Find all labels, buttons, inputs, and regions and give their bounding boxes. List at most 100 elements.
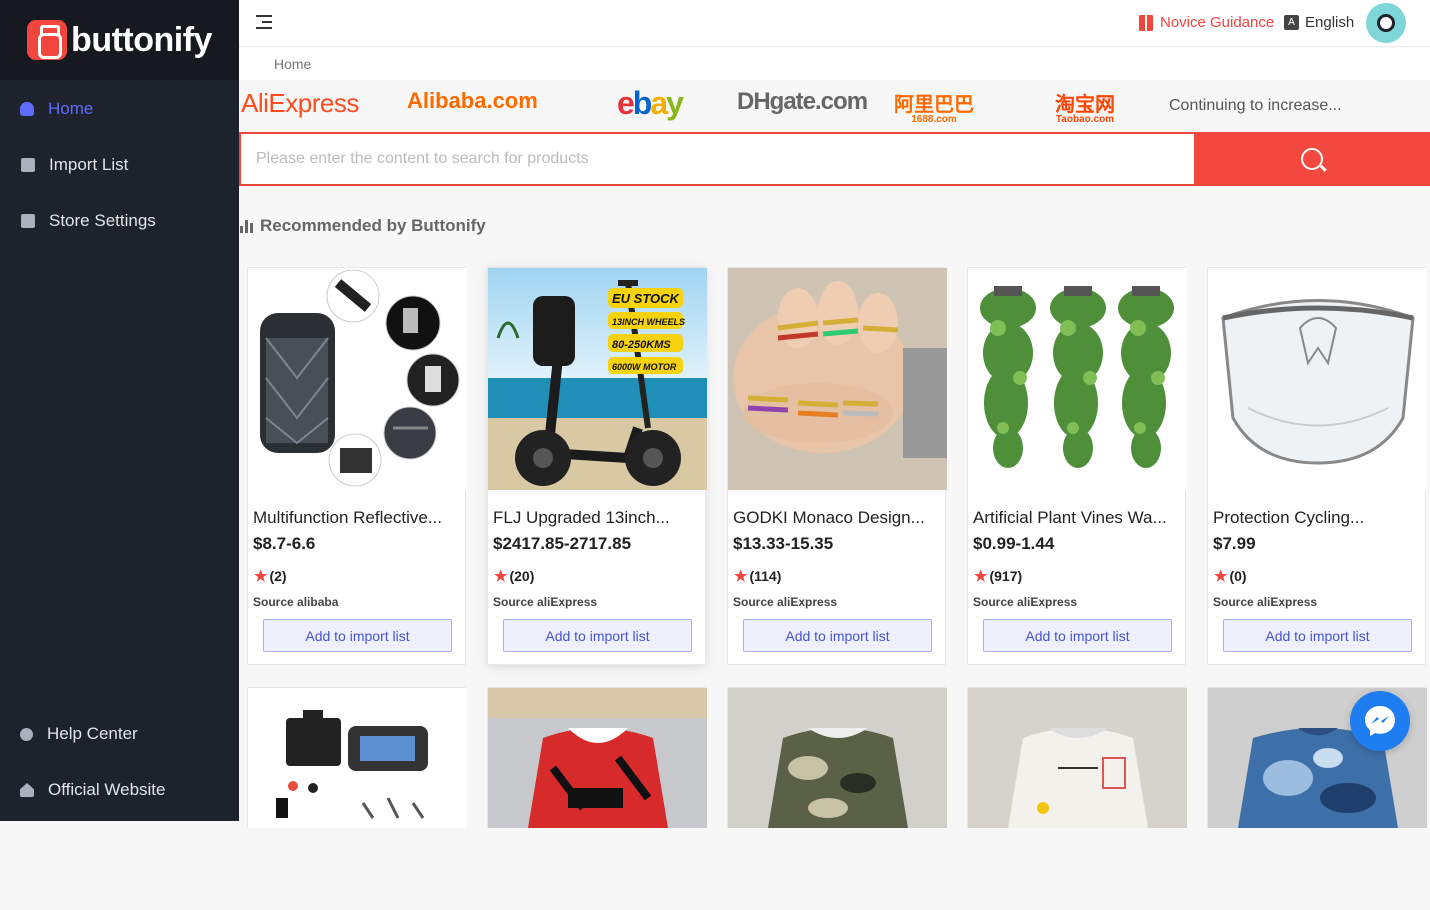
novice-guidance-link[interactable]: Novice Guidance: [1139, 14, 1274, 31]
product-search: [239, 132, 1430, 186]
product-title[interactable]: Multifunction Reflective...: [253, 508, 463, 528]
svg-text:6000W MOTOR: 6000W MOTOR: [612, 362, 677, 372]
product-image[interactable]: [968, 268, 1187, 490]
product-rating: ★ (114): [734, 568, 782, 585]
clipboard-icon: [21, 158, 35, 172]
home-icon: [20, 783, 34, 797]
alibaba-logo[interactable]: Alibaba.com: [407, 88, 538, 114]
novice-guidance-label: Novice Guidance: [1160, 14, 1275, 31]
product-price: $13.33-15.35: [733, 534, 834, 553]
product-rating: ★ (0): [1214, 568, 1247, 585]
star-icon: ★: [734, 568, 748, 585]
brand-name: buttonify: [71, 20, 212, 59]
info-icon: [20, 727, 33, 741]
product-price: $7.99: [1213, 534, 1256, 553]
section-title-label: Recommended by Buttonify: [260, 216, 486, 235]
star-icon: ★: [974, 568, 988, 585]
store-icon: [21, 214, 35, 228]
product-source: Source aliExpress: [733, 595, 838, 609]
add-to-import-list-button[interactable]: Add to import list: [503, 619, 692, 652]
sidebar-item-label: Help Center: [47, 724, 138, 743]
product-image[interactable]: [728, 268, 947, 490]
product-source: Source alibaba: [253, 595, 339, 609]
product-price: $8.7-6.6: [253, 534, 316, 553]
section-title: Recommended by Buttonify: [240, 216, 486, 236]
product-image[interactable]: [248, 268, 467, 490]
menu-toggle-icon[interactable]: [256, 15, 272, 29]
product-card[interactable]: [727, 687, 947, 828]
product-card[interactable]: [487, 687, 707, 828]
search-icon: [1301, 148, 1323, 170]
product-price: $2417.85-2717.85: [493, 534, 632, 553]
sidebar-item-official-website[interactable]: Official Website: [0, 770, 239, 810]
product-rating: ★ (2): [254, 568, 287, 585]
star-icon: ★: [1214, 568, 1228, 585]
more-platforms-text: Continuing to increase...: [1169, 97, 1342, 114]
sidebar-item-store-settings[interactable]: Store Settings: [0, 201, 239, 241]
bar-chart-icon: [240, 219, 253, 233]
aliexpress-logo[interactable]: AliExpress: [241, 88, 359, 119]
product-image[interactable]: [968, 688, 1187, 910]
add-to-import-list-button[interactable]: Add to import list: [263, 619, 452, 652]
sidebar: buttonify Home Import List Store Setting…: [0, 0, 239, 821]
product-source: Source aliExpress: [1213, 595, 1318, 609]
product-source: Source aliExpress: [973, 595, 1078, 609]
language-selector[interactable]: A English: [1284, 14, 1354, 31]
product-card[interactable]: Artificial Plant Vines Wa... $0.99-1.44 …: [967, 267, 1187, 665]
top-bar: Novice Guidance A English: [239, 0, 1430, 47]
add-to-import-list-button[interactable]: Add to import list: [1223, 619, 1412, 652]
product-card[interactable]: GODKI Monaco Design... $13.33-15.35 ★ (11…: [727, 267, 947, 665]
product-card[interactable]: EU STOCK 13INCH WHEELS 80-250KMS 6000W M…: [487, 267, 707, 665]
translate-icon: A: [1284, 15, 1299, 30]
sidebar-item-label: Import List: [49, 155, 129, 174]
product-image[interactable]: EU STOCK 13INCH WHEELS 80-250KMS 6000W M…: [488, 268, 707, 490]
platform-logos: AliExpress Alibaba.com ebay DHgate.com 阿…: [239, 80, 1430, 132]
svg-text:80-250KMS: 80-250KMS: [612, 339, 671, 351]
svg-text:EU STOCK: EU STOCK: [612, 291, 681, 306]
product-card[interactable]: Protection Cycling... $7.99 ★ (0) Source …: [1207, 267, 1427, 665]
sidebar-item-label: Home: [48, 99, 94, 118]
breadcrumb-home[interactable]: Home: [274, 56, 311, 72]
product-image[interactable]: [248, 688, 467, 910]
book-icon: [1139, 14, 1153, 31]
sidebar-item-home[interactable]: Home: [0, 89, 239, 129]
add-to-import-list-button[interactable]: Add to import list: [743, 619, 932, 652]
search-input[interactable]: [239, 132, 1194, 186]
product-title[interactable]: Protection Cycling...: [1213, 508, 1423, 528]
product-title[interactable]: FLJ Upgraded 13inch...: [493, 508, 703, 528]
search-button[interactable]: [1194, 132, 1430, 186]
breadcrumb: Home: [239, 48, 1430, 80]
language-label: English: [1305, 14, 1355, 31]
product-title[interactable]: GODKI Monaco Design...: [733, 508, 943, 528]
logo-bag-icon: [27, 20, 68, 60]
sidebar-item-label: Official Website: [48, 780, 166, 799]
product-rating: ★ (20): [494, 568, 535, 585]
product-card[interactable]: Multifunction Reflective... $8.7-6.6 ★ (2…: [247, 267, 467, 665]
product-image[interactable]: [728, 688, 947, 910]
sidebar-item-import-list[interactable]: Import List: [0, 145, 239, 185]
product-source: Source aliExpress: [493, 595, 598, 609]
messenger-chat-button[interactable]: [1350, 691, 1410, 751]
dashboard-icon: [20, 102, 34, 116]
star-icon: ★: [254, 568, 268, 585]
1688-logo[interactable]: 阿里巴巴 1688.com: [894, 88, 974, 125]
product-card[interactable]: [247, 687, 467, 828]
user-avatar[interactable]: [1366, 3, 1406, 43]
product-rating: ★ (917): [974, 568, 1023, 585]
product-price: $0.99-1.44: [973, 534, 1055, 553]
sidebar-item-label: Store Settings: [49, 211, 156, 230]
add-to-import-list-button[interactable]: Add to import list: [983, 619, 1172, 652]
product-card[interactable]: [967, 687, 1187, 828]
messenger-icon: [1365, 706, 1395, 736]
avatar-image: [1377, 14, 1395, 32]
product-title[interactable]: Artificial Plant Vines Wa...: [973, 508, 1183, 528]
product-image[interactable]: [1208, 268, 1427, 490]
dhgate-logo[interactable]: DHgate.com: [737, 88, 868, 116]
ebay-logo[interactable]: ebay: [617, 85, 684, 122]
svg-text:13INCH WHEELS: 13INCH WHEELS: [612, 317, 685, 327]
brand-logo[interactable]: buttonify: [0, 0, 239, 80]
sidebar-item-help-center[interactable]: Help Center: [0, 714, 239, 754]
star-icon: ★: [494, 568, 508, 585]
taobao-logo[interactable]: 淘宝网 Taobao.com: [1055, 88, 1115, 125]
product-image[interactable]: [488, 688, 707, 910]
